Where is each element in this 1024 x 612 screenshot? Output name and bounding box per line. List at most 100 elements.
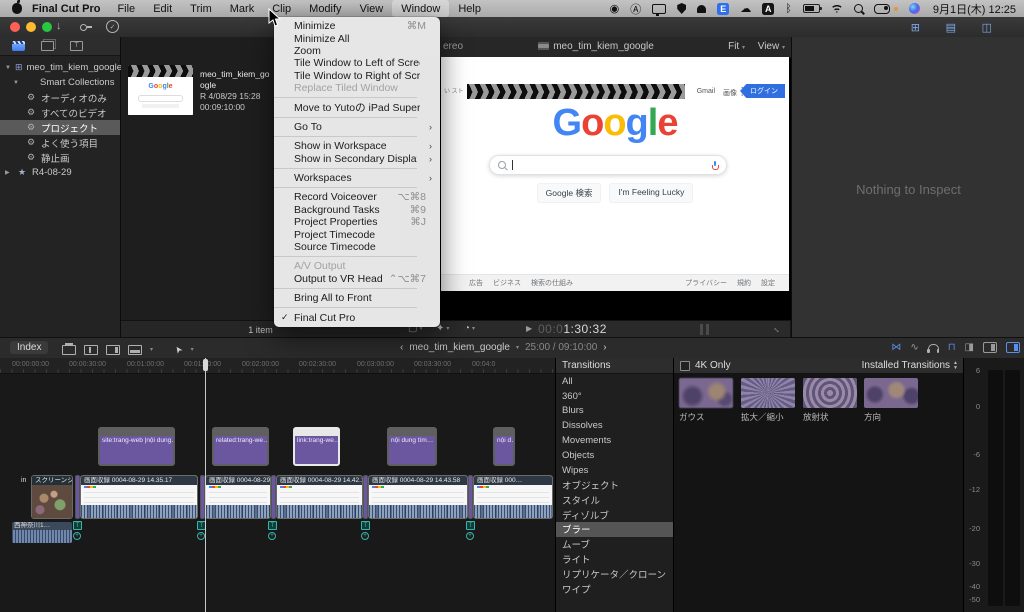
tools-arrow-icon[interactable]: ➤ (172, 343, 185, 355)
window-menu-item[interactable]: Output to VR Headset ⌃⌥⌘7 (274, 273, 440, 285)
window-menu-item[interactable]: Project Timecode (274, 228, 440, 240)
transitions-category[interactable]: スタイル (556, 492, 674, 507)
window-menu-item[interactable] (274, 184, 440, 191)
tools-caret-icon[interactable]: ▾ (191, 346, 194, 353)
timeline-title-clip[interactable]: related:trang-we… (212, 427, 269, 466)
transition-item[interactable]: 拡大／縮小 (741, 378, 795, 423)
window-menu-item[interactable]: Record Voiceover ⌥⌘8 (274, 191, 440, 203)
transitions-category[interactable]: ライト (556, 552, 674, 567)
inspector-toggle-icon[interactable]: ◫ (982, 21, 992, 34)
menubar-clock[interactable]: 9月1日(木) 12:25 (933, 1, 1016, 17)
display-icon[interactable] (652, 4, 666, 14)
play-button[interactable]: ▶ (526, 324, 532, 333)
window-menu-item[interactable]: ✓ Final Cut Pro (274, 311, 440, 323)
library-tree-item[interactable]: ▼ Smart Collections (0, 75, 120, 90)
add-transition-icon[interactable]: + (268, 532, 276, 540)
window-menu-item[interactable]: Bring All to Front (274, 292, 440, 304)
transitions-category[interactable]: ディゾルブ (556, 507, 674, 522)
window-menu-item[interactable]: Workspaces › (274, 172, 440, 184)
transitions-category[interactable]: Dissolves (556, 418, 674, 433)
menubar-menu-item[interactable]: Edit (144, 0, 181, 17)
window-menu-item[interactable]: Minimize All (274, 32, 440, 44)
window-menu-item[interactable] (274, 133, 440, 140)
siri-icon[interactable] (909, 3, 920, 14)
timeline-forward-button[interactable]: › (603, 342, 606, 353)
fullscreen-icon[interactable]: ↔ (771, 322, 784, 335)
window-menu-item[interactable]: Move to Yutoの iPad Super Pro (274, 101, 440, 113)
close-window-button[interactable] (10, 22, 20, 32)
menubar-menu-item[interactable]: Window (392, 0, 449, 17)
timeline-back-button[interactable]: ‹ (400, 342, 403, 353)
timeline-video-clip[interactable]: 画面収録 0004-08-29 14.43.58 (368, 475, 468, 519)
timeline-title-clip[interactable]: link:trang-we… (293, 427, 340, 466)
library-tree-item[interactable]: ▼ meo_tim_kiem_google (0, 60, 120, 75)
index-button[interactable]: Index (10, 341, 48, 354)
add-transition-icon[interactable]: + (466, 532, 474, 540)
transitions-category[interactable]: ブラー (556, 522, 674, 537)
app-menu-title[interactable]: Final Cut Pro (32, 3, 100, 15)
spotlight-icon[interactable] (854, 4, 863, 13)
transitions-category[interactable]: All (556, 374, 674, 389)
transitions-category[interactable]: Wipes (556, 463, 674, 478)
effects-browser-icon[interactable] (983, 342, 997, 353)
timeline-video-clip[interactable]: 画面収録 0004-08-29 1… (205, 475, 271, 519)
transition-marker[interactable]: T + (268, 521, 277, 540)
4k-only-checkbox[interactable] (680, 361, 690, 371)
edit-tools-caret-icon[interactable]: ▾ (150, 346, 153, 353)
cloud-icon[interactable]: ☁ (740, 2, 751, 15)
window-menu-item[interactable]: Show in Workspace › (274, 140, 440, 152)
window-menu-item[interactable]: Zoom (274, 45, 440, 57)
add-transition-icon[interactable]: + (73, 532, 81, 540)
window-menu-item[interactable] (274, 253, 440, 260)
timeline-screen-clip[interactable]: スクリーンシ… (31, 475, 73, 519)
window-menu-item[interactable] (274, 304, 440, 311)
transition-thumbnail[interactable] (803, 378, 857, 408)
timeline-title-clip[interactable]: nội d… (493, 427, 515, 466)
bluetooth-icon[interactable]: ᛒ (785, 3, 792, 15)
timeline-title-clip[interactable]: site:trang-web |nội dung… (98, 427, 175, 466)
title-marker-badge[interactable]: T (466, 521, 475, 530)
transitions-category[interactable]: 360° (556, 389, 674, 404)
snapping-icon[interactable]: ⊓ (948, 342, 956, 353)
wifi-icon[interactable] (831, 4, 843, 13)
library-tree-item[interactable]: ▶ R4-08-29 (0, 165, 120, 180)
bell-icon[interactable] (697, 5, 706, 13)
transition-thumbnail[interactable] (679, 378, 733, 408)
photos-audio-icon[interactable] (41, 41, 54, 51)
retime-icon[interactable]: ◔▾ (464, 323, 475, 334)
user-switch-icon[interactable] (874, 4, 890, 14)
disclosure-triangle-icon[interactable]: ▼ (5, 65, 11, 71)
add-transition-icon[interactable]: + (361, 532, 369, 540)
window-menu-item[interactable]: Go To › (274, 121, 440, 133)
library-tree-item[interactable]: プロジェクト (0, 120, 120, 135)
skimming-icon[interactable]: ∿ (910, 342, 918, 353)
view-dropdown[interactable]: View ▾ (758, 41, 785, 52)
record-icon[interactable]: ◉ (610, 2, 620, 15)
project-caret-icon[interactable]: ▾ (516, 344, 519, 351)
title-marker-badge[interactable]: T (73, 521, 82, 530)
insert-clip-icon[interactable] (84, 345, 98, 355)
minimize-window-button[interactable] (26, 22, 36, 32)
zoom-window-button[interactable] (42, 22, 52, 32)
timeline-audio-clip[interactable]: 西神奈川1… (12, 522, 72, 543)
transitions-category[interactable]: リプリケータ／クローン (556, 566, 674, 581)
transitions-category[interactable]: Movements (556, 433, 674, 448)
timeline-video-clip[interactable]: 画面収録 0004-08-29 14.42.14 (276, 475, 363, 519)
transition-item[interactable]: ガウス (679, 378, 733, 423)
window-menu-item[interactable]: A/V Output (274, 260, 440, 272)
accessibility-icon[interactable]: Ⓐ (630, 1, 641, 17)
timeline-video-clip[interactable]: 画面収録 000… (473, 475, 553, 519)
browser-toggle-icon[interactable]: ⊞ (911, 21, 920, 34)
solo-icon[interactable]: ◨ (965, 342, 974, 353)
title-marker-badge[interactable]: T (268, 521, 277, 530)
apple-menu-icon[interactable] (12, 3, 22, 14)
library-tree-item[interactable]: すべてのビデオ (0, 105, 120, 120)
window-menu-item[interactable]: Project Properties ⌘J (274, 216, 440, 228)
e-app-badge[interactable]: E (717, 3, 729, 15)
window-menu-item[interactable] (274, 285, 440, 292)
window-menu-item[interactable]: Minimize ⌘M (274, 20, 440, 32)
transition-thumbnail[interactable] (864, 378, 918, 408)
disclosure-triangle-icon[interactable]: ▶ (5, 169, 12, 176)
window-menu-item[interactable]: Tile Window to Right of Screen (274, 70, 440, 82)
transition-marker[interactable]: T + (361, 521, 370, 540)
